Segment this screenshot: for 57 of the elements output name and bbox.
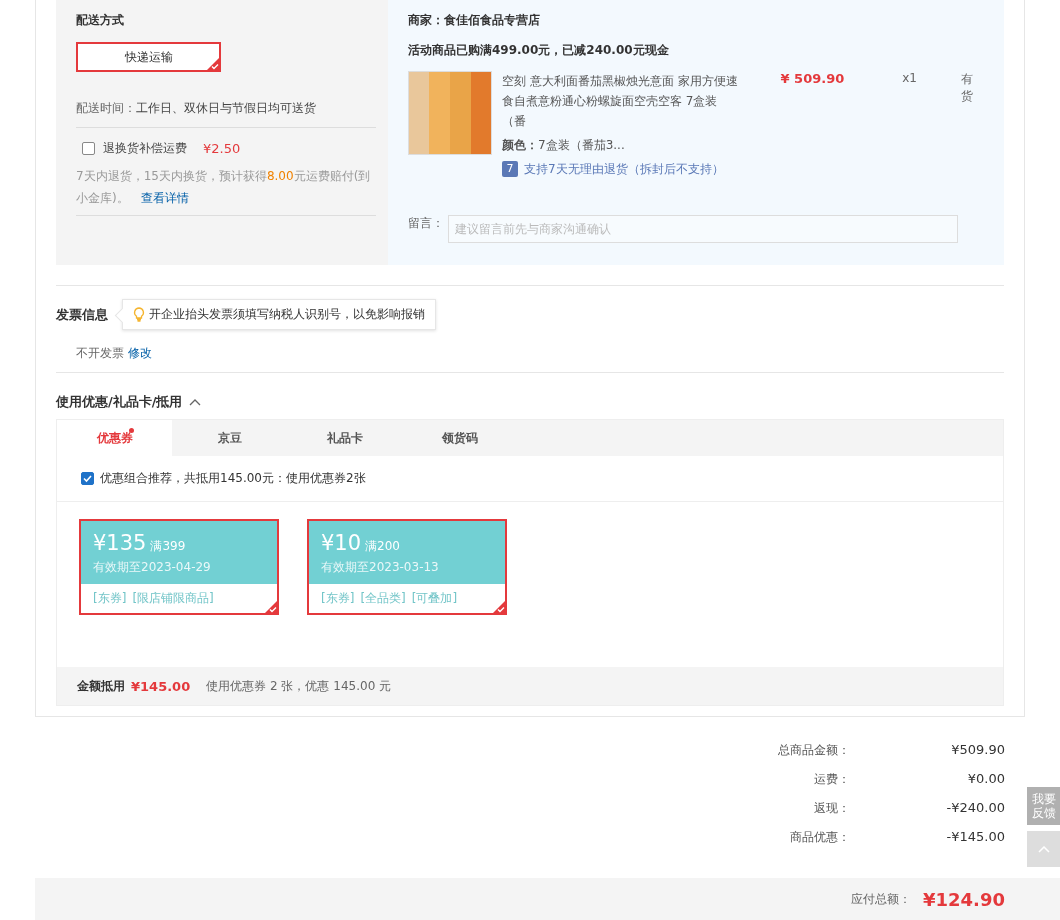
product-name[interactable]: 空刻 意大利面番茄黑椒烛光意面 家用方便速食自煮意粉通心粉螺旋面空壳空客 7盒装（番	[502, 71, 741, 131]
tab[interactable]: 领货码	[402, 420, 517, 456]
section-title[interactable]: 使用优惠/礼品卡/抵用	[56, 393, 183, 411]
coupon-expiry: 有效期至2023-04-29	[93, 559, 212, 576]
coupon-threshold: 满399	[150, 539, 186, 553]
coupon-threshold: 满200	[365, 539, 400, 553]
section-title: 配送方式	[76, 12, 125, 29]
coupon-tag: [全品类]	[360, 590, 406, 607]
product-color: 颜色：7盒装（番茄3...	[502, 137, 626, 154]
message-field[interactable]: 建议留言前先与商家沟通确认	[448, 215, 958, 243]
coupon-tag: [东券]	[321, 590, 355, 607]
compensation-note: 7天内退货，15天内换货，预计获得8.00元运费赔付(到小金库)。 查看详情	[76, 165, 376, 216]
product-price: ¥ 509.90	[780, 71, 846, 88]
coupon-amount: ¥135	[93, 531, 147, 555]
promo-text: 活动商品已购满499.00元，已减240.00元现金	[408, 42, 670, 59]
chevron-icon[interactable]	[188, 398, 201, 406]
return-badge-icon: 7	[502, 161, 518, 177]
coupon-expiry: 有效期至2023-03-13	[321, 559, 440, 576]
deduction-label: 金额抵用	[77, 677, 125, 695]
coupon-tag: [可叠加]	[411, 590, 458, 607]
section-title: 发票信息	[56, 305, 108, 324]
tab[interactable]: 优惠券	[57, 420, 172, 456]
total-label: 运费：	[814, 771, 850, 788]
message-label: 留言：	[408, 215, 444, 232]
total-label: 总商品金额：	[778, 742, 850, 759]
fee-price: ¥2.50	[203, 141, 241, 156]
tab[interactable]: 礼品卡	[287, 420, 402, 456]
coupon-tag: [东券]	[93, 590, 127, 607]
delivery-time: 配送时间：工作日、双休日与节假日均可送货	[76, 100, 376, 128]
tab[interactable]: 京豆	[172, 420, 287, 456]
details-link[interactable]: 查看详情	[140, 191, 189, 205]
payable-amount: ¥124.90	[923, 888, 1005, 910]
total-value: -¥240.00	[946, 800, 1005, 817]
total-label: 返现：	[814, 800, 850, 817]
edit-link[interactable]: 修改	[127, 346, 152, 360]
total-value: ¥0.00	[967, 771, 1005, 788]
coupon-tag: [限店铺限商品]	[132, 590, 214, 607]
checkbox-label: 优惠组合推荐，共抵用145.00元：使用优惠券2张	[100, 470, 366, 487]
invoice-status: 不开发票	[76, 346, 124, 360]
total-value: -¥145.00	[946, 829, 1005, 846]
payable-label: 应付总额：	[851, 890, 911, 908]
return-policy[interactable]: 支持7天无理由退货（拆封后不支持）	[524, 159, 724, 179]
checkbox-label: 退换货补偿运费	[103, 140, 187, 157]
deduction-detail: 使用优惠券 2 张，优惠 145.00 元	[206, 677, 392, 695]
total-value: ¥509.90	[951, 742, 1005, 759]
coupon-amount: ¥10	[321, 531, 362, 555]
checkbox[interactable]	[82, 142, 95, 155]
stock-status: 有货	[960, 71, 974, 105]
checkbox[interactable]	[81, 472, 94, 485]
merchant-name: 商家：食佳佰食品专营店	[408, 12, 541, 29]
tip-text: 开企业抬头发票须填写纳税人识别号，以免影响报销	[149, 306, 425, 323]
deduction-amount: ¥145.00	[131, 678, 191, 694]
caret-icon	[1037, 845, 1050, 853]
lightbulb-icon	[133, 307, 145, 322]
delivery-option[interactable]: 快递运输	[76, 42, 221, 72]
quantity: x1	[902, 71, 918, 87]
total-label: 商品优惠：	[790, 829, 850, 846]
